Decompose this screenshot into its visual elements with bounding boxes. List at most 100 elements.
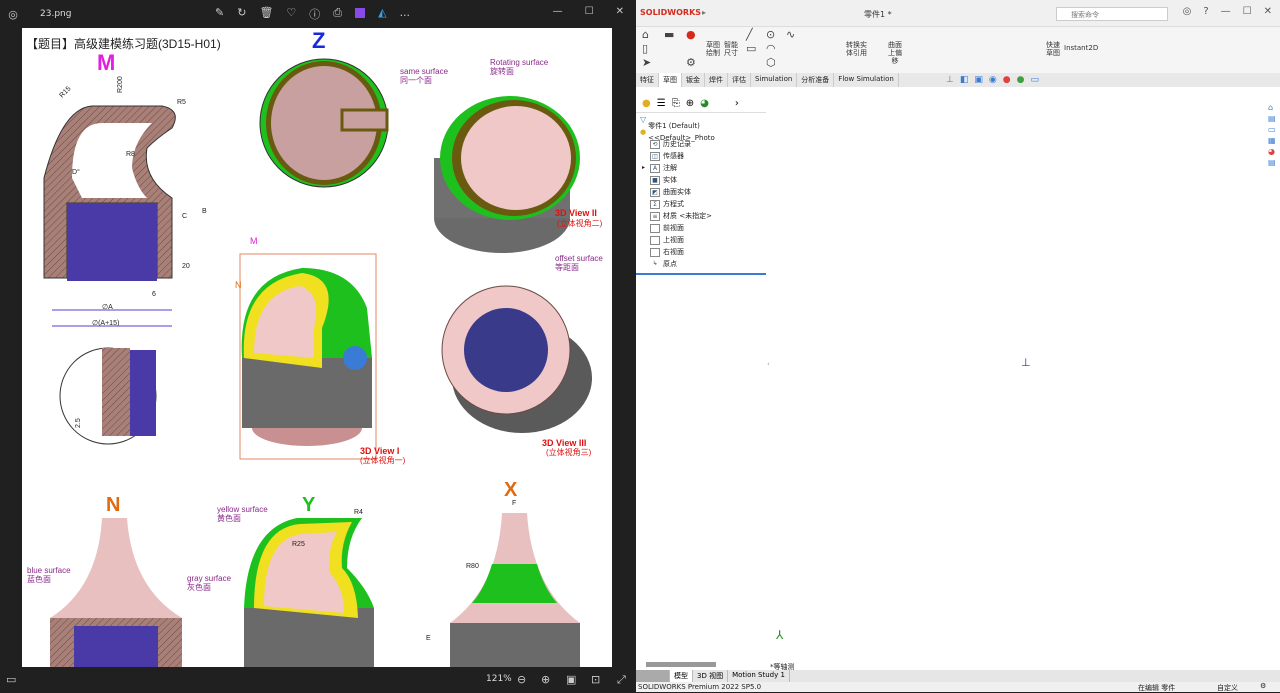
select-icon[interactable]: ➤ bbox=[642, 56, 651, 69]
spline-icon[interactable]: ∿ bbox=[786, 28, 795, 41]
arc-icon[interactable]: ◠ bbox=[766, 42, 776, 55]
rebuild-icon[interactable]: ● bbox=[686, 28, 696, 41]
section-view-icon[interactable]: ◧ bbox=[960, 75, 969, 85]
view-palette-icon[interactable]: ▦ bbox=[1268, 136, 1280, 145]
instant2d-button[interactable]: Instant2D bbox=[1064, 44, 1098, 52]
label-blue-surface-cn: 蓝色面 bbox=[27, 574, 51, 584]
tree-item-equations[interactable]: Σ 方程式 bbox=[640, 198, 766, 210]
tab-scroll-handle[interactable] bbox=[636, 670, 670, 682]
sketch-button[interactable]: 草图 绘制 bbox=[706, 41, 720, 57]
zoom-out-icon[interactable]: ⊖ bbox=[517, 673, 526, 686]
delete-icon[interactable]: 🗑 bbox=[259, 6, 273, 22]
origin-icon: ⊥ bbox=[1021, 356, 1031, 369]
smart-dimension-button[interactable]: 智能 尺寸 bbox=[724, 41, 738, 57]
offset-on-surface-button[interactable]: 曲面 上偏 移 bbox=[888, 41, 902, 65]
user-icon[interactable]: ◎ bbox=[1183, 6, 1192, 17]
fullscreen-icon[interactable]: ⤢ bbox=[617, 673, 626, 687]
property-manager-tab-icon[interactable]: ☰ bbox=[657, 98, 666, 109]
tab-features[interactable]: 特征 bbox=[636, 73, 659, 87]
tree-item-solid-bodies[interactable]: ■ 实体 bbox=[640, 174, 766, 186]
expand-menu-icon[interactable]: ▸ bbox=[702, 8, 706, 17]
rotate-icon[interactable]: ↻ bbox=[237, 6, 246, 22]
appearances-icon[interactable]: ◕ bbox=[1268, 147, 1280, 156]
edit-icon[interactable]: ✎ bbox=[215, 6, 224, 22]
tab-weldments[interactable]: 焊件 bbox=[705, 73, 728, 87]
dim-xpert-tab-icon[interactable]: ⊕ bbox=[686, 98, 694, 109]
status-bar: SOLIDWORKS Premium 2022 SP5.0 在编辑 零件 自定义… bbox=[636, 682, 1280, 692]
design-library-icon[interactable]: ▤ bbox=[1268, 114, 1280, 123]
new-icon[interactable]: ▯ bbox=[642, 42, 648, 55]
tree-item-top-plane[interactable]: 上视面 bbox=[640, 234, 766, 246]
help-icon[interactable]: ? bbox=[1203, 6, 1208, 17]
photos-viewer-window: ◎ 23.png ✎ ↻ 🗑 ♡ ⓘ ⎙ ◭ ... — ☐ ✕ 【题目】高级建… bbox=[0, 0, 636, 692]
zoom-in-icon[interactable]: ⊕ bbox=[541, 673, 550, 686]
document-title: 零件1 * bbox=[864, 10, 892, 19]
expand-tabs-icon[interactable]: › bbox=[735, 98, 739, 109]
quick-sketch-button[interactable]: 快速 草图 bbox=[1046, 41, 1060, 57]
photos-icon[interactable]: ◭ bbox=[378, 6, 386, 22]
tab-3d-views[interactable]: 3D 视图 bbox=[693, 670, 729, 682]
tab-sketch[interactable]: 草图 bbox=[659, 73, 682, 87]
tree-item-right-plane[interactable]: 右视面 bbox=[640, 246, 766, 258]
tree-item-sensors[interactable]: ◫ 传感器 bbox=[640, 150, 766, 162]
search-commands-input[interactable]: 搜索命令 bbox=[1056, 7, 1168, 21]
save-icon[interactable]: ▬ bbox=[664, 28, 674, 41]
line-icon[interactable]: ╱ bbox=[746, 28, 753, 41]
tab-sheet-metal[interactable]: 钣金 bbox=[682, 73, 705, 87]
options-icon[interactable]: ⚙ bbox=[686, 56, 696, 69]
actual-size-icon[interactable]: ⊡ bbox=[591, 673, 600, 686]
label-gray-surface: gray surface bbox=[187, 574, 232, 583]
label-rotating-surface-cn: 旋转面 bbox=[490, 66, 514, 76]
dim-d-angle: D° bbox=[72, 168, 80, 176]
tab-flow-simulation[interactable]: Flow Simulation bbox=[834, 73, 899, 87]
maximize-button[interactable]: ☐ bbox=[585, 6, 594, 17]
triad-icon: ⅄ bbox=[776, 628, 784, 642]
status-tools-icon[interactable]: ⚙ bbox=[1260, 682, 1266, 690]
info-icon[interactable]: ⓘ bbox=[309, 6, 320, 22]
fit-icon[interactable]: ▣ bbox=[566, 673, 576, 686]
tab-simulation[interactable]: Simulation bbox=[751, 73, 798, 87]
home-icon[interactable]: ⌂ bbox=[642, 28, 649, 41]
polygon-icon[interactable]: ⬡ bbox=[766, 56, 776, 69]
tree-root[interactable]: ● 零件1 (Default) <<Default>_Photo bbox=[640, 122, 766, 142]
appearance-icon[interactable]: ● bbox=[1003, 75, 1011, 85]
tab-analysis-prep[interactable]: 分析准备 bbox=[797, 73, 835, 87]
minimize-button[interactable]: — bbox=[553, 6, 563, 17]
config-manager-tab-icon[interactable]: ⎘ bbox=[672, 98, 680, 109]
tree-item-material[interactable]: ≡ 材质 <未指定> bbox=[640, 210, 766, 222]
file-explorer-icon[interactable]: ▭ bbox=[1268, 125, 1280, 134]
feature-tree-tab-icon[interactable]: ● bbox=[642, 98, 651, 109]
tab-evaluate[interactable]: 评估 bbox=[728, 73, 751, 87]
close-button[interactable]: ✕ bbox=[616, 6, 624, 17]
custom-properties-icon[interactable]: ▤ bbox=[1268, 158, 1280, 167]
rectangle-icon[interactable]: ▭ bbox=[746, 42, 756, 55]
dim-r8: R8 bbox=[126, 151, 135, 158]
close-button[interactable]: ✕ bbox=[1264, 6, 1272, 17]
tree-item-front-plane[interactable]: 前视面 bbox=[640, 222, 766, 234]
hide-show-icon[interactable]: ◉ bbox=[989, 75, 997, 85]
minimize-button[interactable]: — bbox=[1221, 6, 1231, 17]
view-settings-icon[interactable]: ▭ bbox=[1030, 75, 1039, 85]
print-icon[interactable]: ⎙ bbox=[333, 6, 342, 22]
maximize-button[interactable]: ☐ bbox=[1243, 6, 1252, 17]
view-x-label: X bbox=[504, 479, 518, 501]
tree-item-surface-bodies[interactable]: ◩ 曲面实体 bbox=[640, 186, 766, 198]
tree-item-origin[interactable]: ↳ 原点 bbox=[640, 258, 766, 270]
favorite-icon[interactable]: ♡ bbox=[286, 6, 296, 22]
view-orientation-icon[interactable]: ⊥ bbox=[946, 75, 954, 85]
tree-item-annotations[interactable]: ▸ A 注解 bbox=[640, 162, 766, 174]
display-style-icon[interactable]: ▣ bbox=[974, 75, 983, 85]
convert-entities-button[interactable]: 转换实 体引用 bbox=[846, 41, 867, 57]
circle-icon[interactable]: ⊙ bbox=[766, 28, 775, 41]
panel-collapse-handle[interactable]: ‹ bbox=[767, 360, 770, 368]
scene-icon[interactable]: ● bbox=[1017, 75, 1025, 85]
more-icon[interactable]: ... bbox=[400, 6, 411, 22]
tab-model[interactable]: 模型 bbox=[670, 670, 693, 682]
tab-motion-study[interactable]: Motion Study 1 bbox=[728, 670, 790, 682]
display-manager-tab-icon[interactable]: ◕ bbox=[700, 98, 709, 109]
tree-scrollbar[interactable] bbox=[646, 662, 716, 667]
clipchamp-icon[interactable] bbox=[355, 8, 366, 18]
filmstrip-icon[interactable]: ▭ bbox=[6, 673, 16, 686]
resources-icon[interactable]: ⌂ bbox=[1268, 103, 1280, 112]
label-offset-surface: offset surface bbox=[555, 254, 603, 263]
